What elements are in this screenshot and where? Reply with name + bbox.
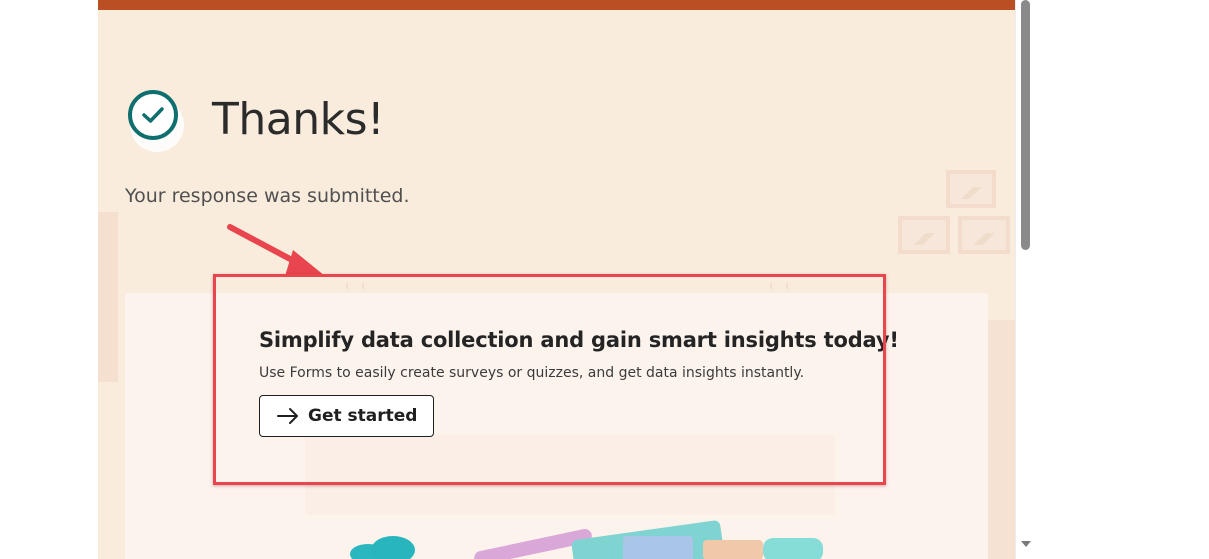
promo-description: Use Forms to easily create surveys or qu… <box>259 365 805 381</box>
background-panel <box>988 320 1015 559</box>
theme-top-bar <box>98 0 1015 10</box>
get-started-label: Get started <box>308 406 418 426</box>
background-picture-frame <box>946 170 996 208</box>
background-shelf <box>98 212 118 382</box>
background-picture-frame <box>898 216 950 254</box>
annotation-arrow <box>227 224 325 276</box>
browser-viewport: Thanks! Your response was submitted. Sim… <box>0 0 1209 559</box>
background-picture-frame <box>958 216 1010 254</box>
checkmark-circle-icon <box>128 90 178 140</box>
promo-content: Simplify data collection and gain smart … <box>259 325 899 437</box>
background-table <box>305 435 835 515</box>
scrollbar-thumb[interactable] <box>1021 0 1030 250</box>
get-started-button[interactable]: Get started <box>259 395 435 437</box>
arrow-right-icon <box>277 408 298 424</box>
promo-illustration <box>350 520 823 559</box>
scroll-down-arrow-icon[interactable] <box>1021 541 1031 547</box>
form-page: Thanks! Your response was submitted. Sim… <box>98 0 1015 559</box>
confirmation-title: Thanks! <box>212 94 385 145</box>
page-scrollbar[interactable] <box>1015 0 1036 559</box>
confirmation-message: Your response was submitted. <box>125 185 410 207</box>
confirmation-badge <box>128 90 188 154</box>
promo-heading: Simplify data collection and gain smart … <box>259 328 899 352</box>
